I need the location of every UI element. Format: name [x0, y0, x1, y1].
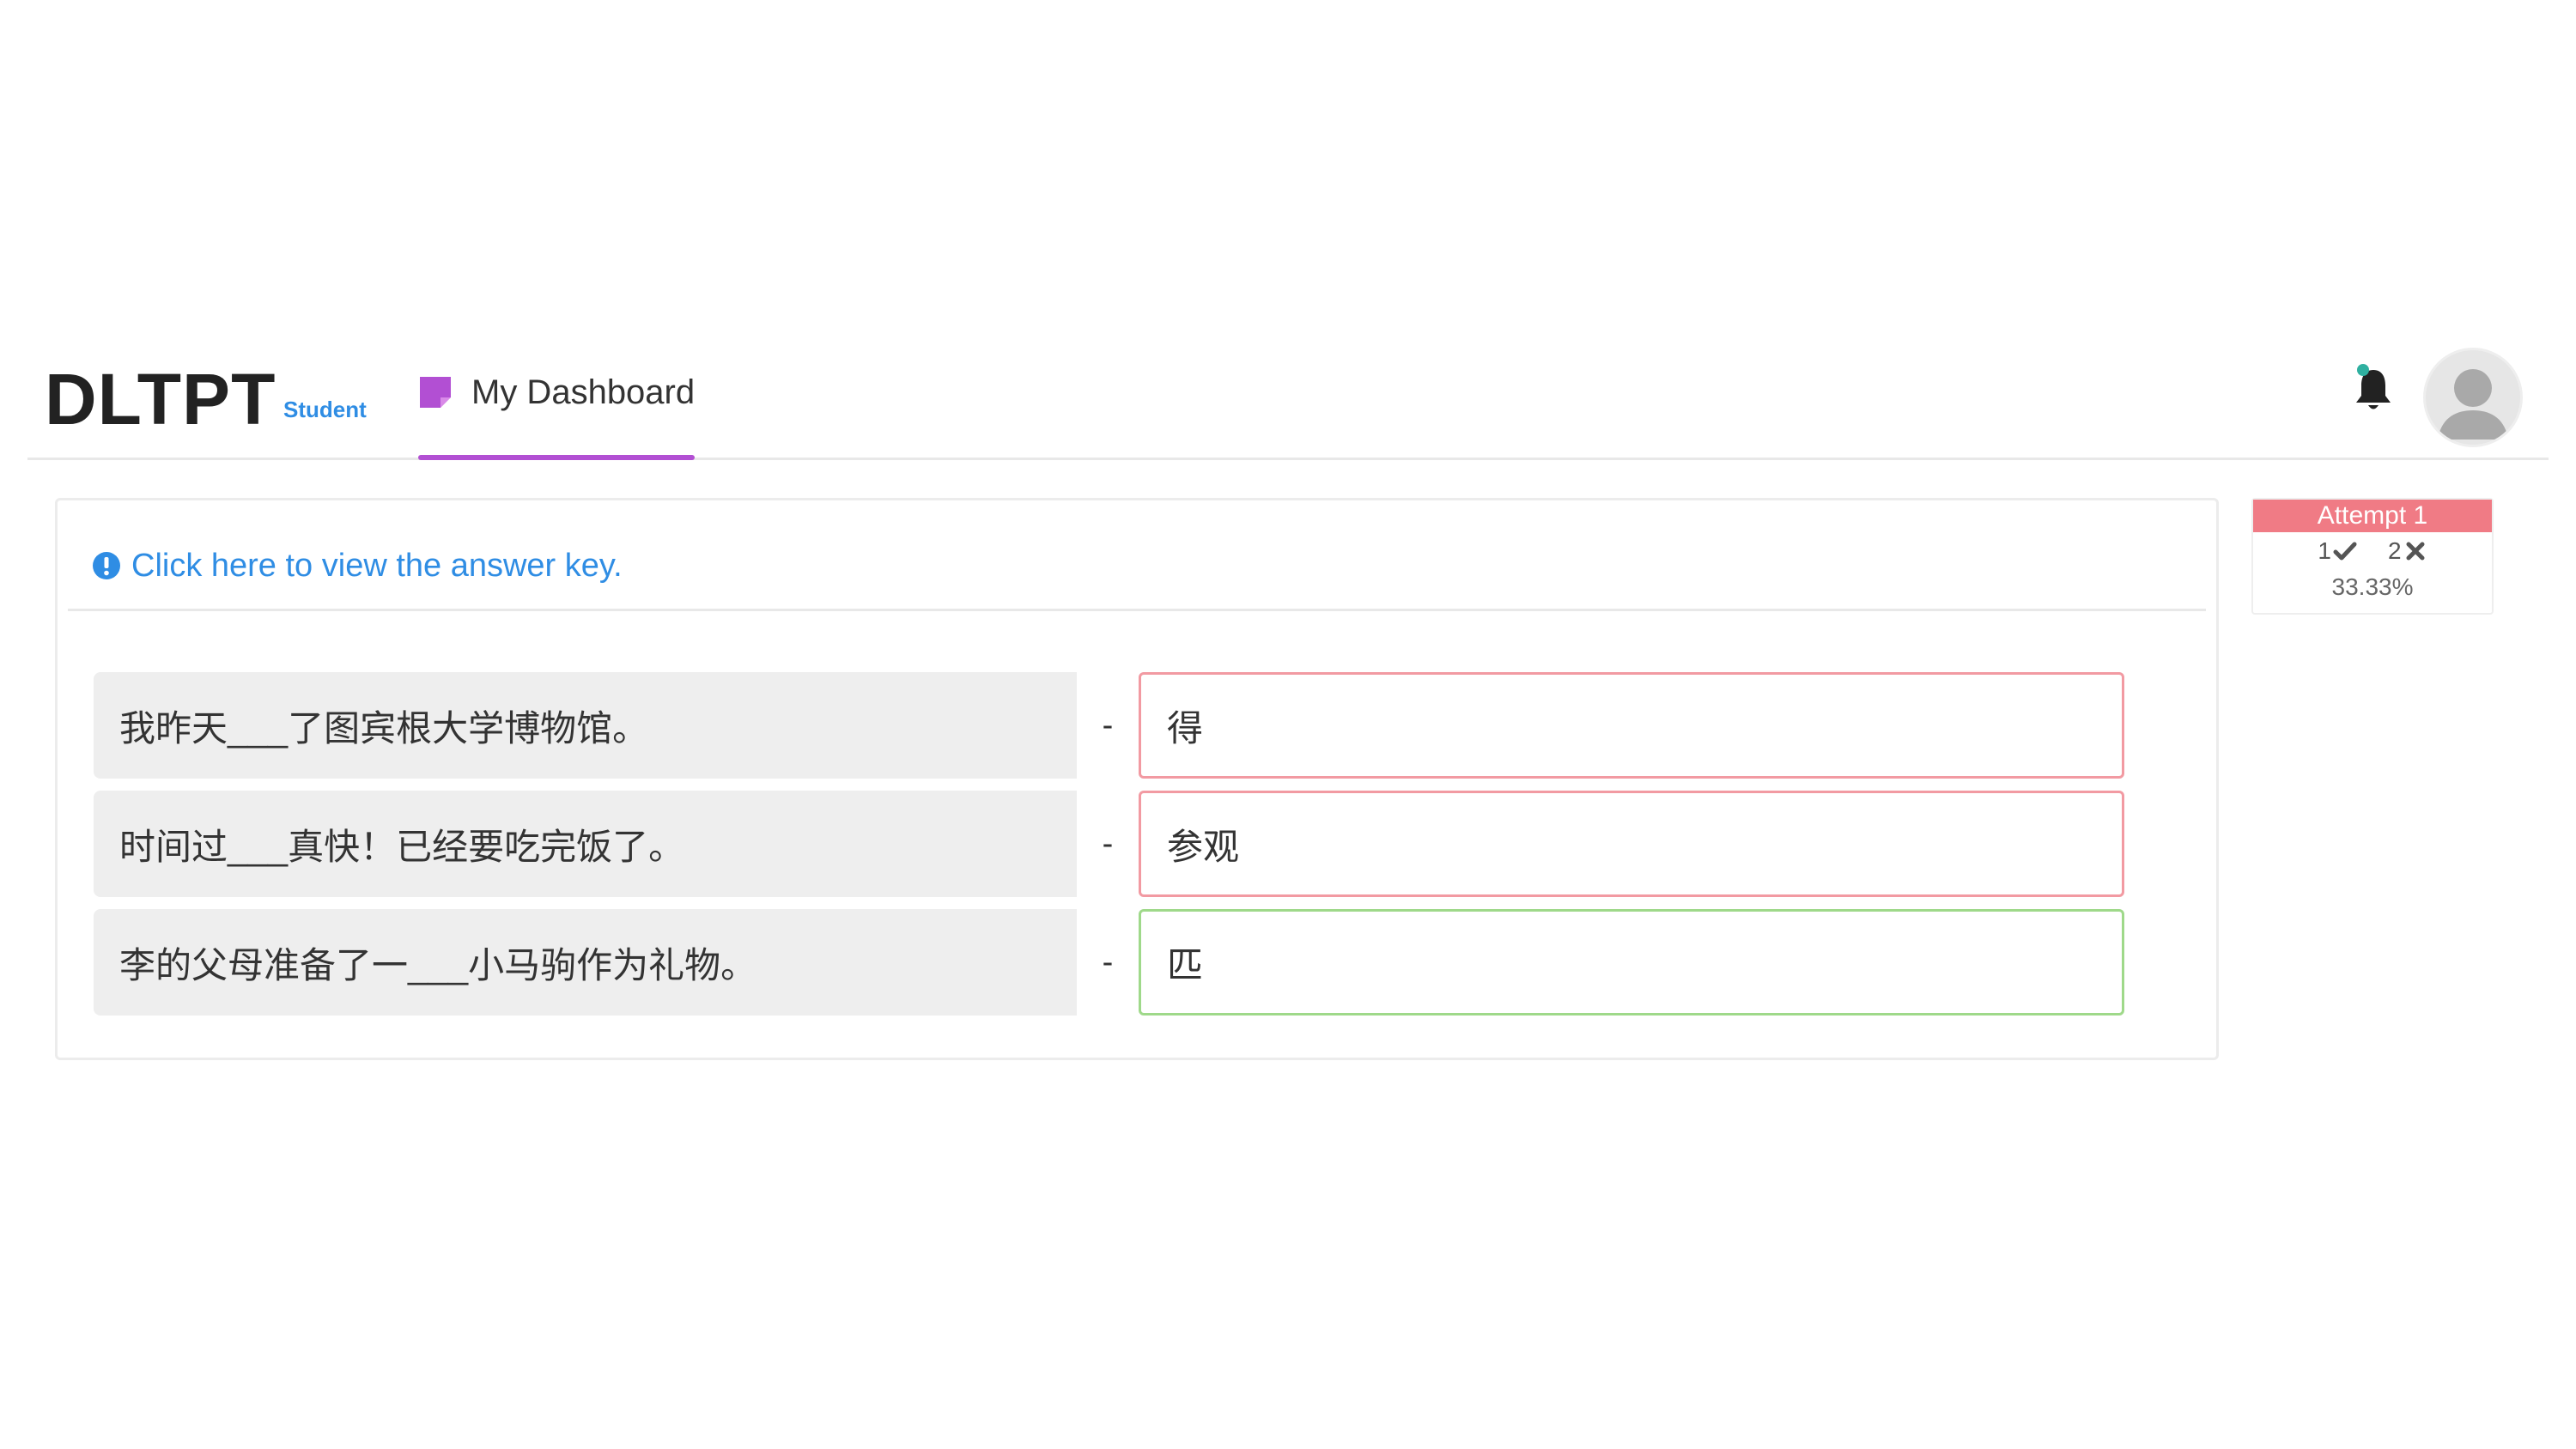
question-row: 李的父母准备了一___小马驹作为礼物。 -	[94, 909, 2154, 1016]
brand-logo[interactable]: DLTPT	[45, 356, 276, 442]
correct-count-value: 1	[2318, 537, 2331, 564]
incorrect-count: 2	[2388, 532, 2427, 570]
user-avatar-icon	[2438, 369, 2508, 440]
incorrect-count-value: 2	[2388, 537, 2402, 564]
top-navbar: DLTPT Student My Dashboard	[27, 330, 2549, 460]
question-list: 我昨天___了图宾根大学博物馆。 - 时间过___真快！已经要吃完饭了。 - 李…	[94, 672, 2154, 1028]
role-label: Student	[283, 397, 367, 422]
avatar[interactable]	[2423, 348, 2523, 447]
attempt-title: Attempt 1	[2253, 500, 2492, 532]
attempt-score: 33.33%	[2331, 573, 2414, 600]
answer-key-link[interactable]: Click here to view the answer key.	[92, 542, 623, 590]
question-row: 时间过___真快！已经要吃完饭了。 -	[94, 791, 2154, 897]
quiz-results-panel: Click here to view the answer key. 我昨天__…	[55, 498, 2219, 1060]
answer-field-correct[interactable]	[1139, 909, 2124, 1016]
tab-my-dashboard[interactable]: My Dashboard	[418, 356, 696, 460]
note-icon	[420, 377, 451, 408]
divider	[68, 609, 2206, 611]
question-separator: -	[1102, 943, 1114, 980]
bell-icon	[2356, 364, 2391, 409]
question-prompt: 我昨天___了图宾根大学博物馆。	[94, 672, 1077, 779]
question-row: 我昨天___了图宾根大学博物馆。 -	[94, 672, 2154, 779]
question-separator: -	[1102, 706, 1114, 743]
question-separator: -	[1102, 825, 1114, 862]
correct-count: 1	[2318, 532, 2357, 570]
attempt-summary-card: Attempt 1 1 2 33.33%	[2251, 498, 2494, 615]
cross-icon	[2406, 542, 2425, 561]
question-prompt: 李的父母准备了一___小马驹作为礼物。	[94, 909, 1077, 1016]
answer-field-incorrect[interactable]	[1139, 672, 2124, 779]
checkmark-icon	[2333, 542, 2357, 561]
answer-key-link-text: Click here to view the answer key.	[131, 547, 623, 584]
info-circle-icon	[93, 552, 120, 579]
active-tab-indicator	[418, 455, 696, 460]
notifications-button[interactable]	[2351, 363, 2396, 415]
answer-field-incorrect[interactable]	[1139, 791, 2124, 897]
tab-label: My Dashboard	[471, 373, 696, 411]
attempt-counts: 1 2	[2253, 532, 2492, 570]
question-prompt: 时间过___真快！已经要吃完饭了。	[94, 791, 1077, 897]
